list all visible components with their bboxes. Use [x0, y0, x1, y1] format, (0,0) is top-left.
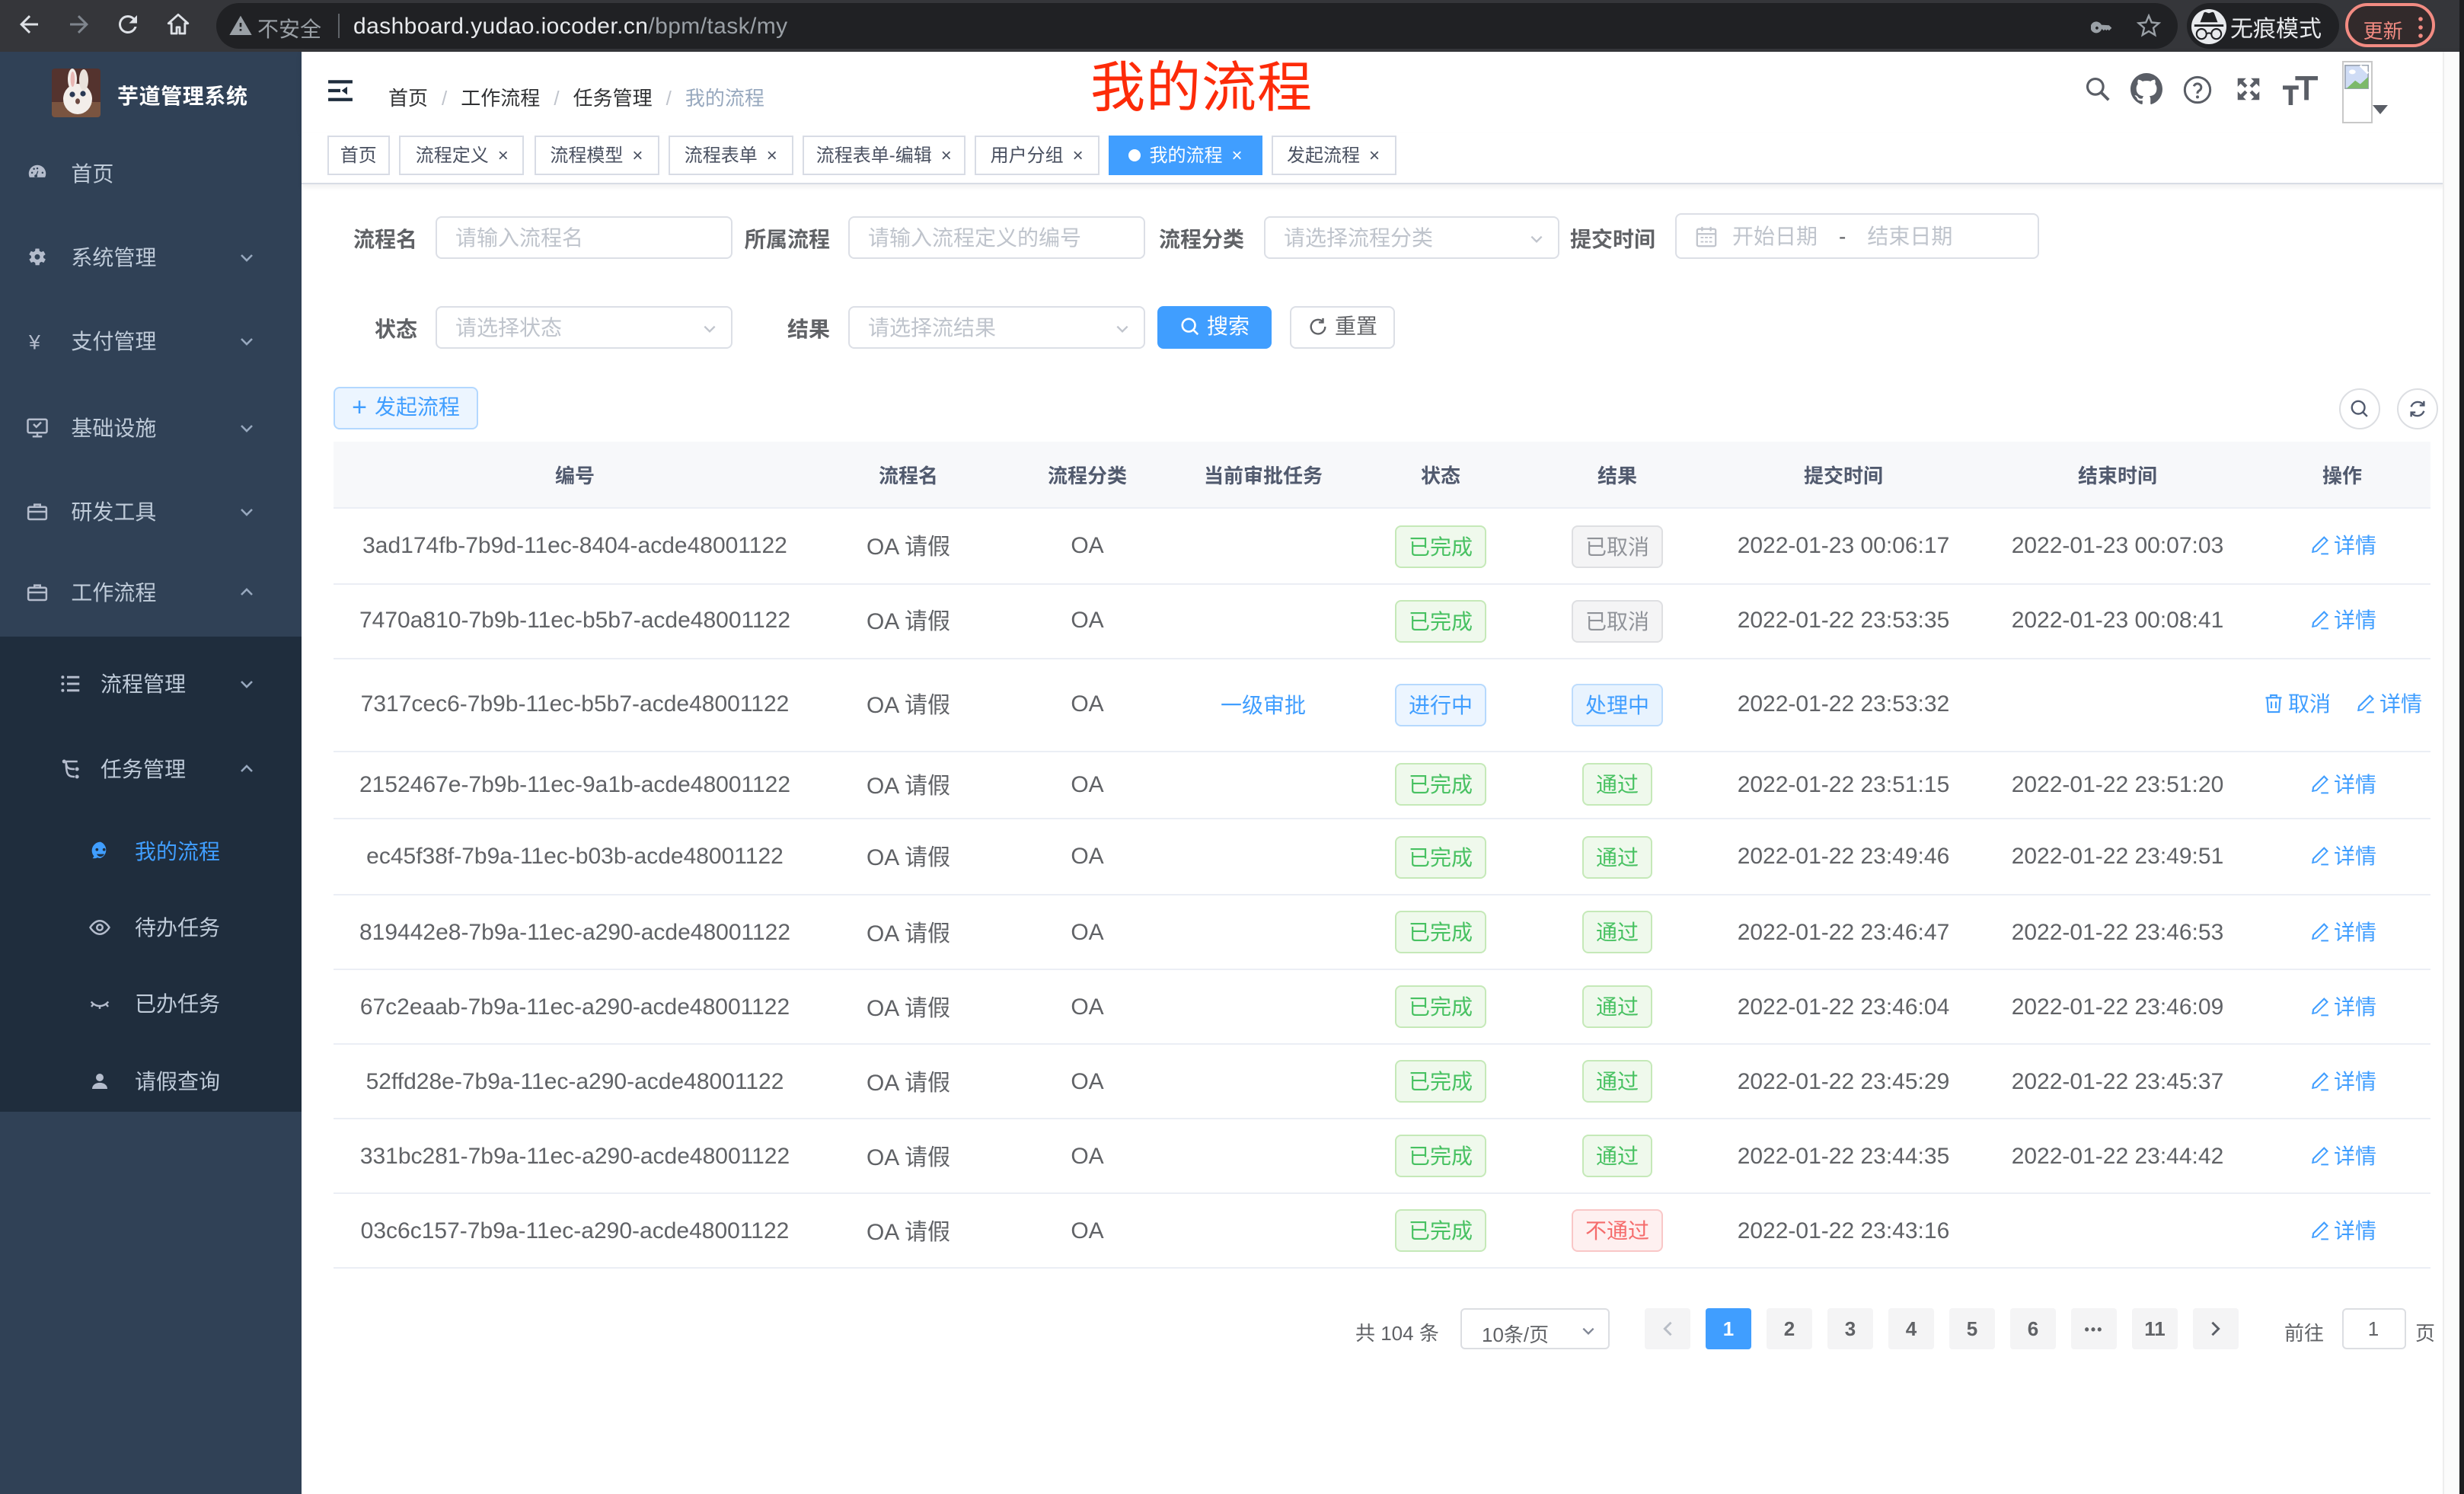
svg-text:¥: ¥: [28, 330, 40, 353]
